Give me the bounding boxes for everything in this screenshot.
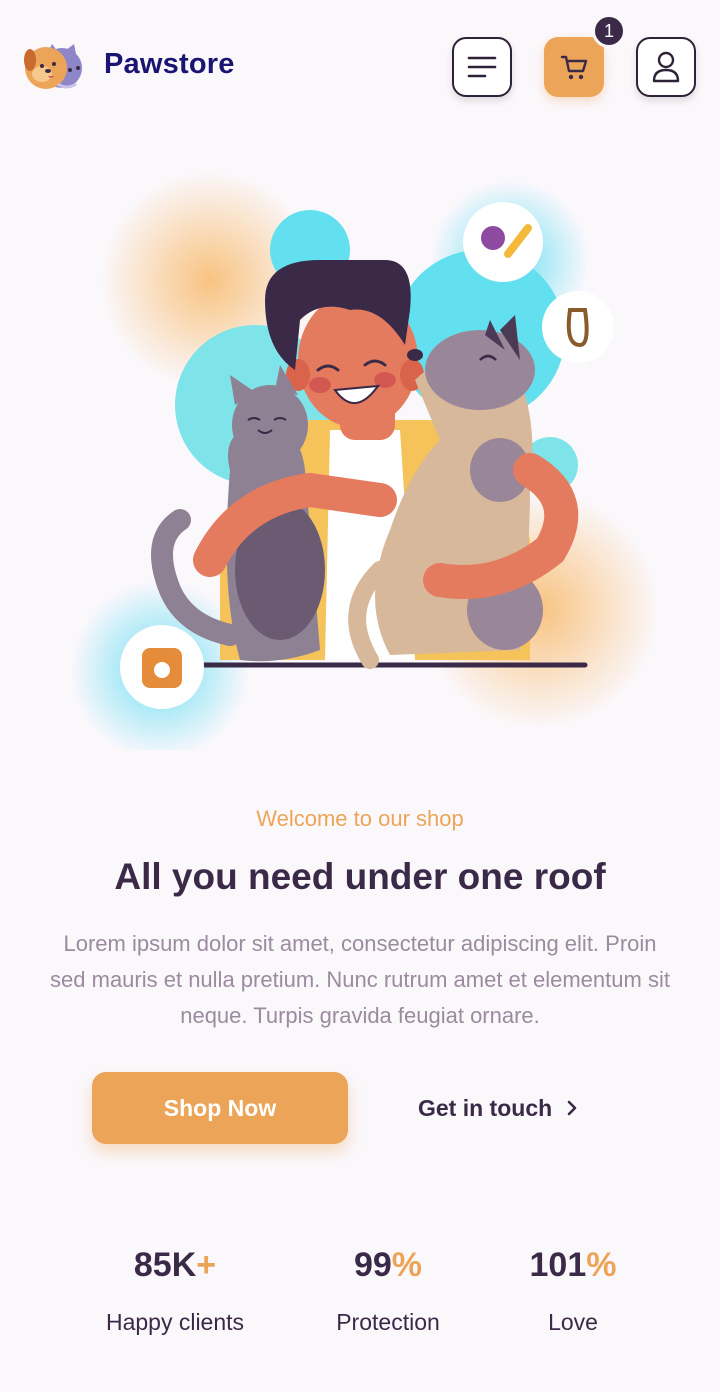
menu-lines-icon (467, 56, 497, 78)
hero-headline: All you need under one roof (114, 856, 606, 897)
shop-now-button[interactable]: Shop Now (92, 1072, 348, 1144)
user-icon (652, 51, 680, 83)
stat-value: 85K+ (133, 1246, 217, 1284)
cart-count-badge: 1 (592, 14, 626, 48)
stat-label: Happy clients (105, 1309, 245, 1335)
stat-happy-clients: 85K+ Happy clients (75, 1246, 275, 1336)
hero-description: Lorem ipsum dolor sit amet, consectetur … (50, 931, 670, 1028)
menu-button[interactable] (452, 37, 512, 97)
hero-illustration (70, 170, 660, 750)
get-in-touch-link[interactable]: Get in touch (418, 1090, 578, 1126)
chevron-right-icon (567, 1100, 577, 1116)
welcome-eyebrow: Welcome to our shop (256, 806, 464, 831)
get-in-touch-label: Get in touch (418, 1094, 553, 1121)
stat-label: Protection (336, 1309, 440, 1335)
pawstore-logo[interactable] (22, 40, 90, 94)
stat-value: 99% (353, 1246, 423, 1284)
top-header: Pawstore 1 (0, 0, 720, 130)
stat-protection: 99% Protection (288, 1246, 488, 1336)
cart-button[interactable] (544, 37, 604, 97)
stat-love: 101% Love (473, 1246, 673, 1336)
stat-value: 101% (529, 1246, 617, 1284)
brand-name[interactable]: Pawstore (104, 48, 235, 81)
user-account-button[interactable] (636, 37, 696, 97)
stat-label: Love (548, 1309, 598, 1335)
shopping-cart-icon (560, 55, 588, 80)
